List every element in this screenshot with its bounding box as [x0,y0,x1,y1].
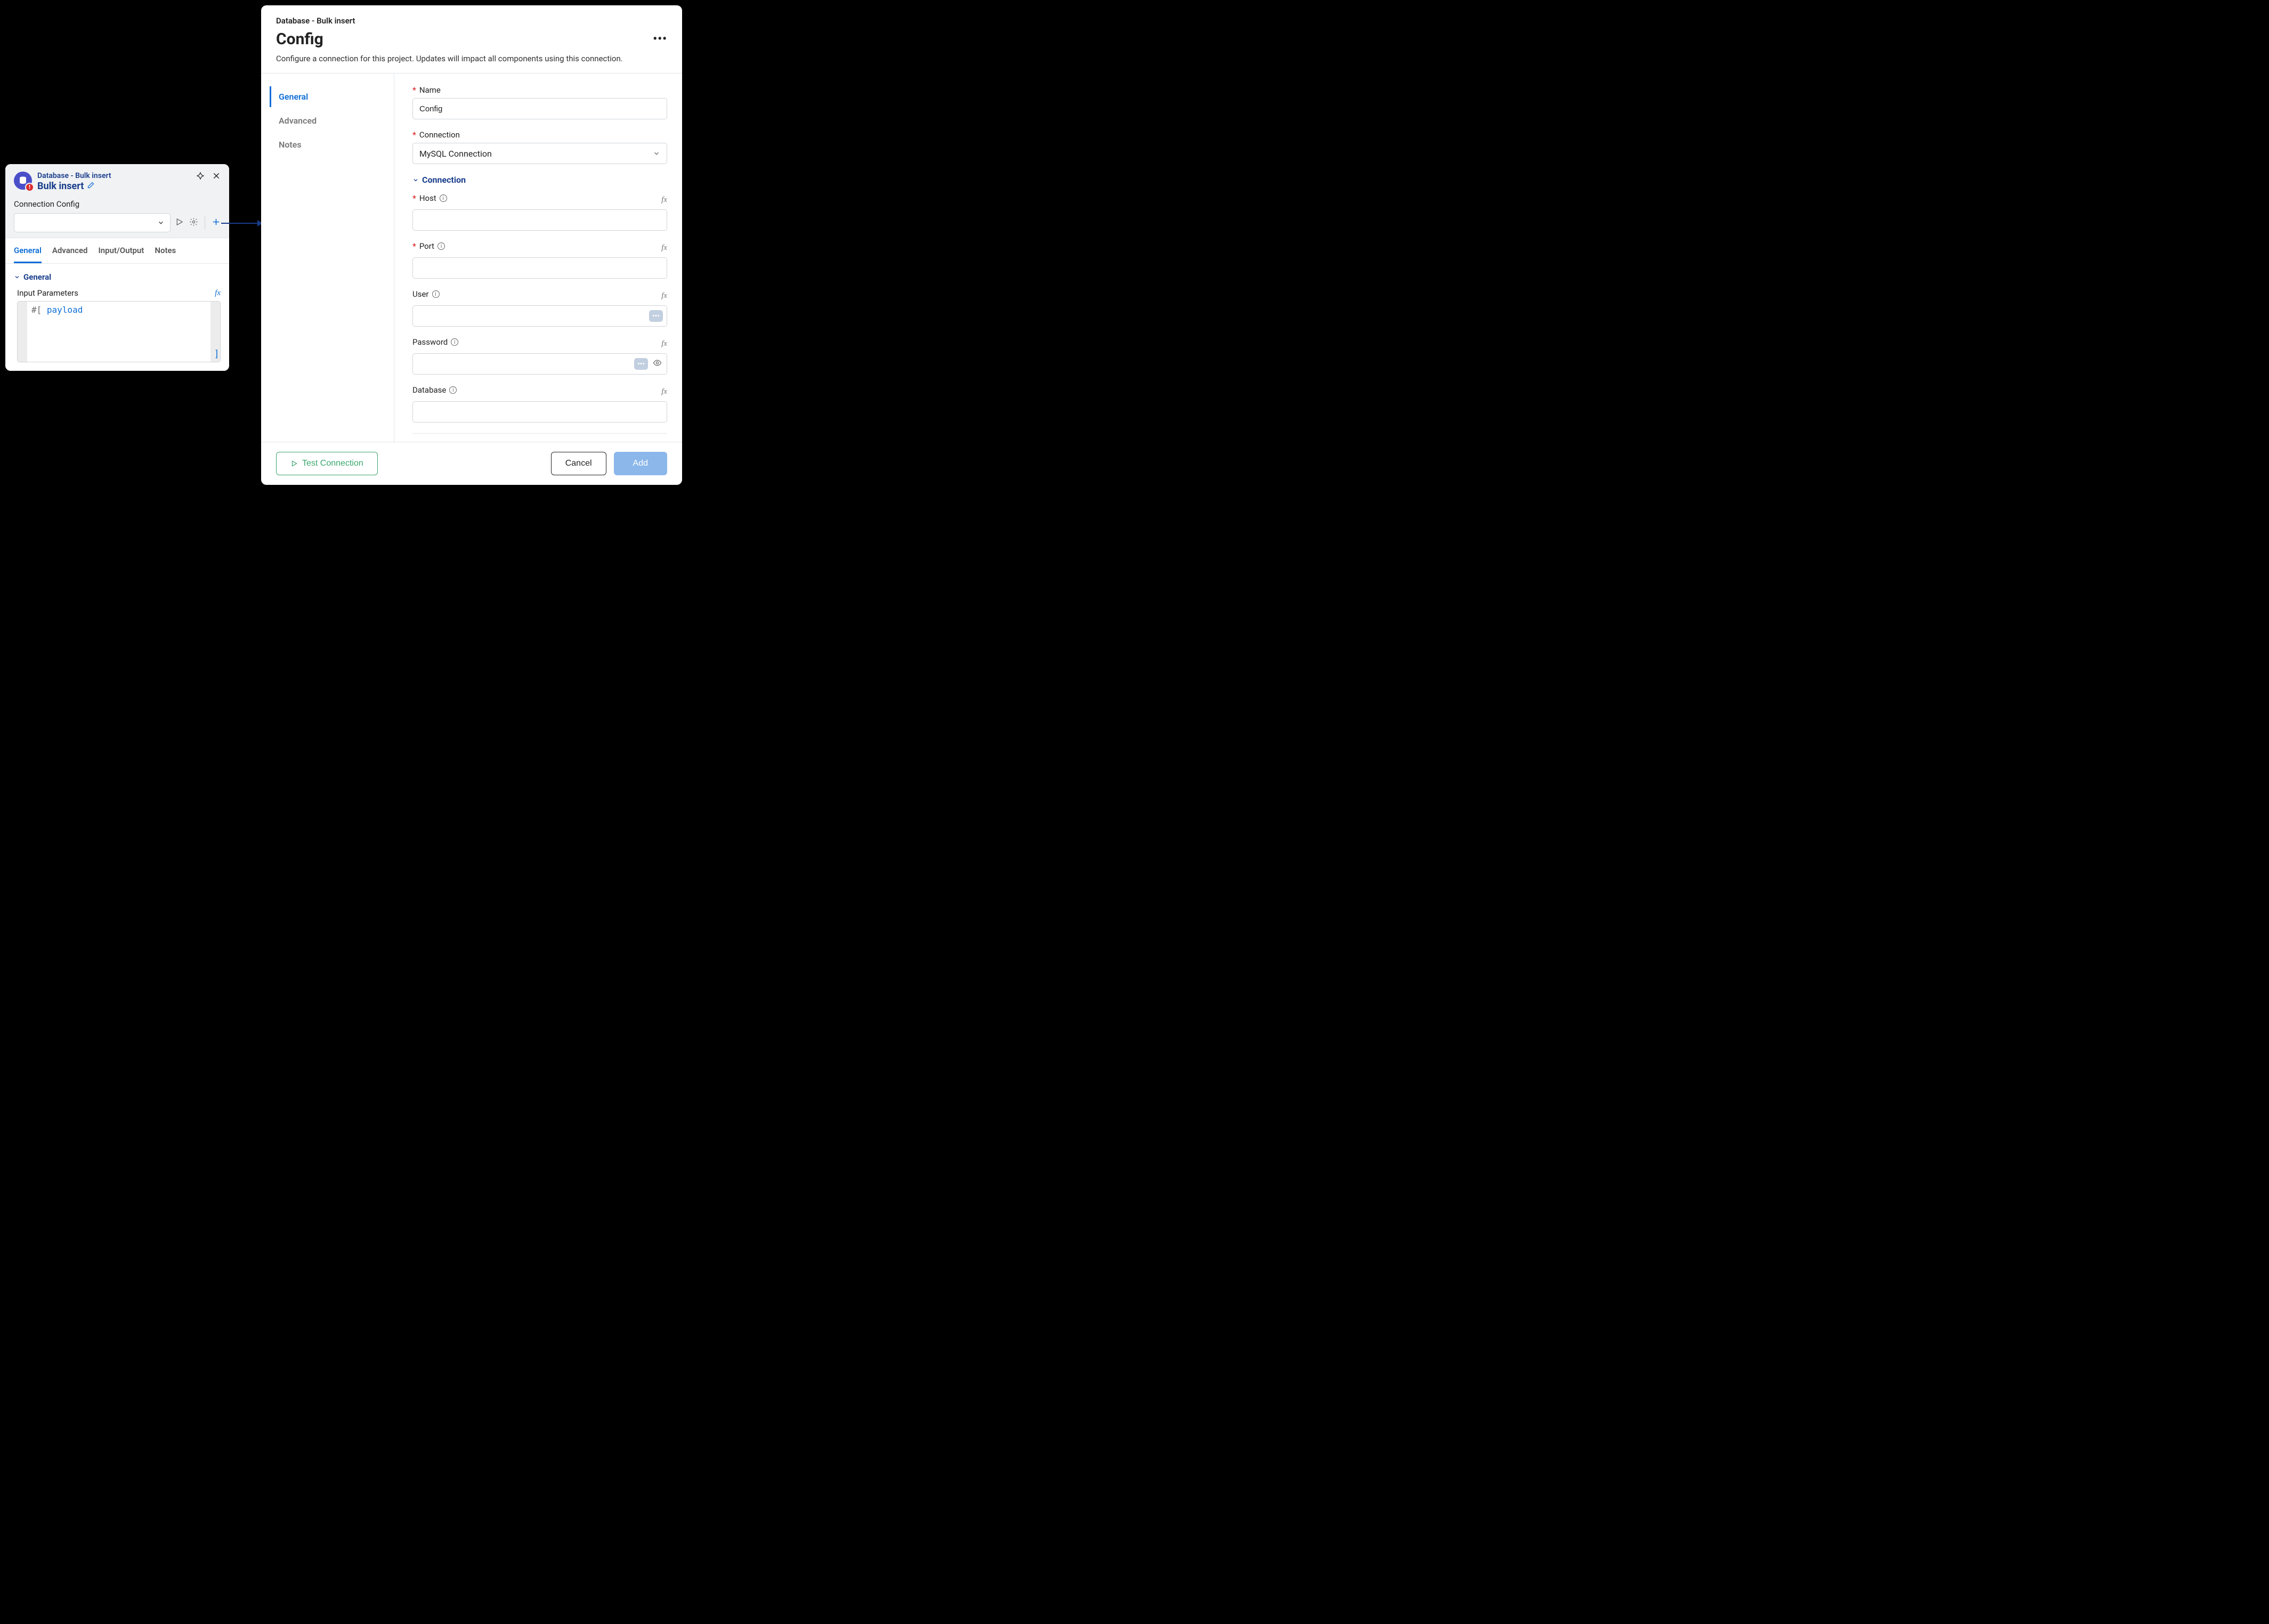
connection-selected-value: MySQL Connection [419,149,492,159]
info-icon[interactable]: i [451,338,458,346]
info-icon[interactable]: i [440,194,447,202]
config-breadcrumb: Database - Bulk insert [276,16,667,26]
sidebar-item-notes[interactable]: Notes [270,134,394,155]
sidebar-item-advanced[interactable]: Advanced [270,110,394,131]
secret-picker-icon[interactable]: ••• [649,310,663,322]
pointer-arrow [221,223,262,224]
code-prefix: #[ [31,305,42,315]
panel-header: ! Database - Bulk insert Bulk insert [5,164,229,238]
code-body: payload [42,305,83,315]
input-parameters-editor[interactable]: #[ payload ] [17,301,221,362]
fx-toggle-icon[interactable]: fx [661,196,667,205]
host-field[interactable] [412,209,667,231]
more-menu-icon[interactable]: ••• [653,33,667,46]
general-section-title: General [23,272,51,282]
config-description: Configure a connection for this project.… [276,54,667,63]
tab-notes[interactable]: Notes [155,238,176,263]
database-label: Database [412,385,446,395]
name-label: Name [419,85,441,95]
component-icon: ! [14,172,32,190]
name-field[interactable] [412,98,667,119]
fx-toggle-icon[interactable]: fx [661,291,667,301]
test-connection-label: Test Connection [302,459,363,468]
sidebar-item-general[interactable]: General [270,86,394,107]
gear-icon[interactable] [189,217,198,229]
code-suffix: ] [215,349,218,360]
component-breadcrumb: Database - Bulk insert [37,172,196,180]
config-title: Config [276,30,323,48]
edit-title-icon[interactable] [87,181,95,192]
host-label: Host [419,193,436,203]
bulk-insert-panel: ! Database - Bulk insert Bulk insert [5,164,229,371]
connection-label: Connection [419,130,460,140]
fx-toggle-icon[interactable]: fx [661,387,667,396]
add-connection-icon[interactable] [212,217,221,229]
component-title: Bulk insert [37,181,84,192]
port-label: Port [419,241,434,251]
chevron-down-icon [653,150,660,157]
info-icon[interactable]: i [432,290,440,298]
port-field[interactable] [412,257,667,279]
password-label: Password [412,337,448,347]
panel-tabs: General Advanced Input/Output Notes [5,238,229,264]
general-section-toggle[interactable]: General [14,272,221,282]
fx-toggle-icon[interactable]: fx [661,243,667,253]
config-panel: Database - Bulk insert Config ••• Config… [261,5,682,485]
tab-input-output[interactable]: Input/Output [98,238,144,263]
test-connection-button[interactable]: Test Connection [276,452,378,475]
database-field[interactable] [412,401,667,423]
divider [412,433,667,434]
tab-general[interactable]: General [14,238,42,263]
user-label: User [412,289,429,299]
connection-config-label: Connection Config [14,199,221,209]
run-icon[interactable] [175,217,184,229]
connection-section-title: Connection [422,175,466,185]
tab-advanced[interactable]: Advanced [52,238,88,263]
connection-section-toggle[interactable]: Connection [412,175,667,185]
add-button[interactable]: Add [614,452,667,475]
target-icon[interactable] [196,172,205,182]
input-parameters-label: Input Parameters [17,288,78,298]
fx-toggle-icon[interactable]: fx [661,339,667,348]
connection-select[interactable]: MySQL Connection [412,143,667,164]
cancel-button[interactable]: Cancel [551,452,606,475]
secret-picker-icon[interactable]: ••• [634,358,648,370]
info-icon[interactable]: i [437,242,445,250]
close-icon[interactable] [212,172,221,182]
password-field[interactable] [412,353,667,375]
config-form: * Name * Connection MySQL Connection [394,74,682,442]
config-sidebar: General Advanced Notes [261,74,394,442]
error-badge-icon: ! [25,183,34,192]
user-field[interactable] [412,305,667,327]
connection-config-select[interactable] [14,213,171,232]
info-icon[interactable]: i [449,386,457,394]
show-password-icon[interactable] [653,359,662,370]
fx-toggle-icon[interactable]: fx [215,289,221,298]
